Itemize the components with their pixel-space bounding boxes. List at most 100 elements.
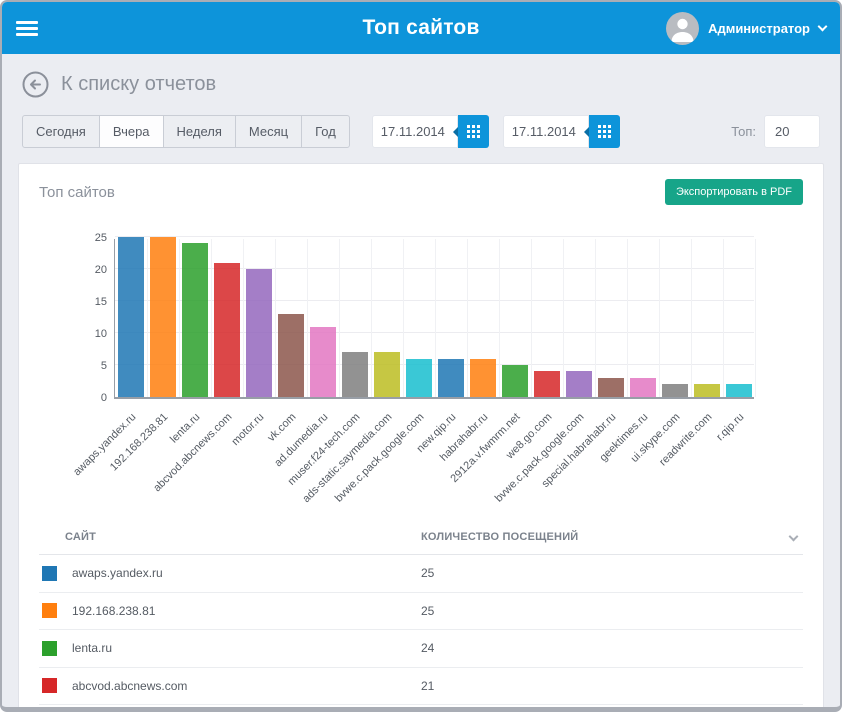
chevron-down-icon [818,21,828,31]
bar-muser.f24-tech.com[interactable] [342,352,368,397]
date-from-widget [372,115,489,148]
column-header-site[interactable]: САЙТ [39,531,421,543]
table-row[interactable]: awaps.yandex.ru 25 [39,555,803,593]
back-arrow-icon [22,71,49,98]
top-bar: Топ сайтов Администратор [2,2,840,54]
report-panel: Топ сайтов Экспортировать в PDF 05101520… [18,163,824,712]
period-button-1[interactable]: Вчера [99,115,164,148]
table-header-row: САЙТ КОЛИЧЕСТВО ПОСЕЩЕНИЙ [39,519,803,555]
gridline [499,239,500,397]
gridline [211,239,212,397]
site-name: 192.168.238.81 [72,604,155,618]
y-tick-label: 10 [67,328,107,340]
y-tick-label: 0 [67,392,107,404]
table-row[interactable]: abcvod.abcnews.com 21 [39,668,803,706]
date-from-input[interactable] [372,115,458,148]
user-menu[interactable]: Администратор [666,12,826,45]
calendar-grid-icon [467,125,480,138]
color-swatch [42,678,57,693]
gridline [435,239,436,397]
date-to-input[interactable] [503,115,589,148]
visit-count: 25 [421,604,803,618]
visit-count: 21 [421,679,803,693]
bar-motor.ru[interactable] [246,269,272,397]
date-to-calendar-button[interactable] [589,115,620,148]
gridline [275,239,276,397]
bar-vk.com[interactable] [278,314,304,397]
bar-ui.skype.com[interactable] [662,384,688,397]
bar-special.habrahabr.ru[interactable] [598,378,624,397]
bar-ad.dumedia.ru[interactable] [310,327,336,397]
gridline [403,239,404,397]
chart-plot-area [114,239,754,399]
gridline [627,239,628,397]
table-row[interactable]: motor.ru20 [39,705,803,712]
gridline [371,239,372,397]
hamburger-menu-icon[interactable] [16,18,38,39]
bar-awaps.yandex.ru[interactable] [118,237,144,397]
gridline [691,239,692,397]
gridline [755,239,756,397]
table-row[interactable]: lenta.ru 24 [39,630,803,668]
bar-readwrite.com[interactable] [694,384,720,397]
gridline [467,239,468,397]
sites-table: САЙТ КОЛИЧЕСТВО ПОСЕЩЕНИЙ awaps.yandex.r… [39,519,803,712]
bar-ads-static.saymedia.com[interactable] [374,352,400,397]
gridline [147,239,148,397]
date-from-calendar-button[interactable] [458,115,489,148]
gridline [563,239,564,397]
period-button-3[interactable]: Месяц [235,115,302,148]
y-tick-label: 5 [67,360,107,372]
panel-header: Топ сайтов Экспортировать в PDF [39,179,803,205]
table-body: awaps.yandex.ru 25 192.168.238.81 25 lenta.r… [39,555,803,712]
chart-x-axis-labels: awaps.yandex.ru192.168.238.81lenta.ruabc… [114,407,754,517]
bar-lenta.ru[interactable] [182,243,208,397]
app-window: Топ сайтов Администратор К списку отчето… [0,0,842,712]
bar-bvwe.c.pack.google.com[interactable] [566,371,592,397]
bar-bvwe.c.pack.google.com[interactable] [406,359,432,397]
top-n-label: Топ: [731,124,756,139]
y-tick-label: 20 [67,264,107,276]
top-n-input[interactable] [764,115,820,148]
site-name: awaps.yandex.ru [72,566,163,580]
period-button-0[interactable]: Сегодня [22,115,100,148]
visit-count: 24 [421,641,803,655]
column-header-visits[interactable]: КОЛИЧЕСТВО ПОСЕЩЕНИЙ [421,531,803,543]
period-button-2[interactable]: Неделя [163,115,236,148]
visit-count: 25 [421,566,803,580]
color-swatch [42,566,57,581]
top-sites-bar-chart: 0510152025 awaps.yandex.ru192.168.238.81… [39,227,803,517]
site-name: abcvod.abcnews.com [72,679,187,693]
bar-habrahabr.ru[interactable] [470,359,496,397]
user-icon [666,12,699,45]
gridline [531,239,532,397]
y-tick-label: 25 [67,232,107,244]
export-pdf-button[interactable]: Экспортировать в PDF [665,179,803,205]
gridline [115,236,754,237]
bar-r.qip.ru[interactable] [726,384,752,397]
period-button-group: СегодняВчераНеделяМесяцГод [22,115,350,148]
gridline [339,239,340,397]
date-to-widget [503,115,620,148]
back-link-label: К списку отчетов [61,73,216,96]
site-name: lenta.ru [72,641,112,655]
bar-new.qip.ru[interactable] [438,359,464,397]
gridline [307,239,308,397]
bar-we8.go.com[interactable] [534,371,560,397]
bar-192.168.238.81[interactable] [150,237,176,397]
bar-geektimes.ru[interactable] [630,378,656,397]
user-name: Администратор [708,21,810,36]
gridline [659,239,660,397]
gridline [595,239,596,397]
table-row[interactable]: 192.168.238.81 25 [39,593,803,631]
gridline [723,239,724,397]
color-swatch [42,641,57,656]
back-to-reports-link[interactable]: К списку отчетов [2,54,840,106]
filter-toolbar: СегодняВчераНеделяМесяцГод [2,106,840,158]
gridline [243,239,244,397]
period-button-4[interactable]: Год [301,115,350,148]
top-n-widget: Топ: [731,115,820,148]
avatar [666,12,699,45]
bar-abcvod.abcnews.com[interactable] [214,263,240,397]
bar-2912a.v.fwmrm.net[interactable] [502,365,528,397]
